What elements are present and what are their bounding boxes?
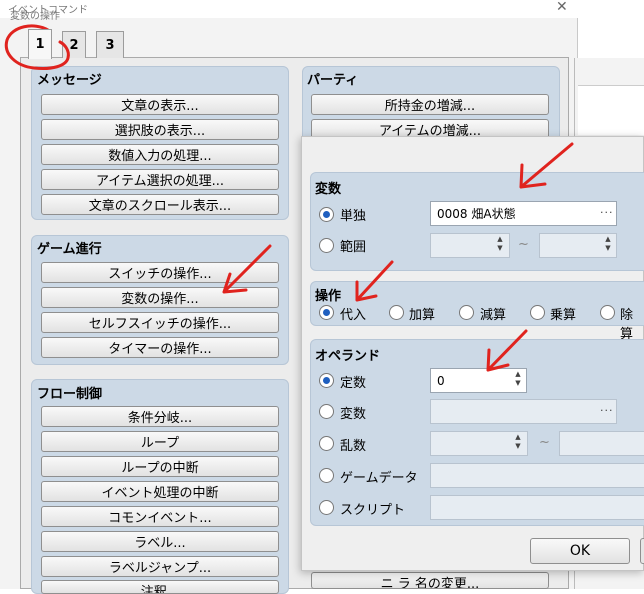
control-timer-button[interactable]: タイマーの操作... — [41, 337, 279, 358]
constant-spinner-icon[interactable]: ▲ ▼ — [512, 370, 524, 391]
control-self-switch-button[interactable]: セルフスイッチの操作... — [41, 312, 279, 333]
variable-group-title: 変数 — [315, 182, 342, 197]
op-assign-label: 代入 — [340, 308, 367, 323]
scrolling-text-button[interactable]: 文章のスクロール表示... — [41, 194, 279, 215]
group-message-title: メッセージ — [37, 73, 102, 88]
random-radio[interactable] — [319, 436, 334, 451]
operand-variable-radio[interactable] — [319, 404, 334, 419]
range-end-spinner-icon: ▲ ▼ — [605, 235, 611, 252]
ok-button[interactable]: OK — [530, 538, 630, 564]
random-max-input[interactable] — [559, 431, 644, 456]
op-assign-radio[interactable] — [319, 305, 334, 320]
show-text-button[interactable]: 文章の表示... — [41, 94, 279, 115]
common-event-button[interactable]: コモンイベント... — [41, 506, 279, 527]
op-add-label: 加算 — [409, 308, 436, 323]
script-radio[interactable] — [319, 500, 334, 515]
game-data-label: ゲームデータ — [340, 471, 418, 486]
single-variable-select[interactable]: 0008 畑A状態 — [430, 201, 617, 226]
exit-event-button[interactable]: イベント処理の中断 — [41, 481, 279, 502]
cancel-button-partial[interactable] — [640, 538, 644, 564]
op-mul-radio[interactable] — [530, 305, 545, 320]
change-gold-button[interactable]: 所持金の増減... — [311, 94, 549, 115]
break-loop-button[interactable]: ループの中断 — [41, 456, 279, 477]
range-label: 範囲 — [340, 240, 367, 255]
game-data-radio[interactable] — [319, 468, 334, 483]
range-tilde: ~ — [518, 237, 529, 252]
random-min-spinner-icon: ▲ ▼ — [515, 433, 521, 450]
show-choices-button[interactable]: 選択肢の表示... — [41, 119, 279, 140]
op-div-label: 除算 — [620, 308, 634, 342]
op-add-radio[interactable] — [389, 305, 404, 320]
script-label: スクリプト — [340, 503, 406, 518]
script-input[interactable] — [430, 495, 644, 520]
comment-button[interactable]: 注釈... — [41, 580, 279, 594]
game-data-select[interactable] — [430, 463, 644, 488]
operation-group-title: 操作 — [315, 289, 342, 304]
operand-group-title: オペランド — [315, 349, 381, 364]
op-sub-radio[interactable] — [459, 305, 474, 320]
random-tilde: ~ — [539, 435, 550, 450]
range-radio[interactable] — [319, 238, 334, 253]
single-radio[interactable] — [319, 207, 334, 222]
group-party-title: パーティ — [307, 73, 359, 88]
group-game-progress-title: ゲーム進行 — [37, 242, 102, 257]
label-button[interactable]: ラベル... — [41, 531, 279, 552]
dialog-title: 変数の操作 — [10, 11, 60, 22]
constant-radio[interactable] — [319, 373, 334, 388]
random-label: 乱数 — [340, 439, 367, 454]
control-switches-button[interactable]: スイッチの操作... — [41, 262, 279, 283]
conditional-branch-button[interactable]: 条件分岐... — [41, 406, 279, 427]
single-variable-value: 0008 畑A状態 — [437, 207, 516, 221]
tab-1[interactable]: 1 — [28, 29, 52, 59]
operand-variable-select[interactable] — [430, 399, 617, 424]
background-list — [578, 85, 644, 135]
range-start-spinner-icon: ▲ ▼ — [497, 235, 503, 252]
constant-label: 定数 — [340, 376, 367, 391]
change-name-button[interactable]: ニ ラ 名の変更... — [311, 572, 549, 589]
control-variables-button[interactable]: 変数の操作... — [41, 287, 279, 308]
constant-value: 0 — [437, 373, 445, 388]
select-item-button[interactable]: アイテム選択の処理... — [41, 169, 279, 190]
group-flow-control-title: フロー制御 — [37, 387, 103, 402]
operand-variable-label: 変数 — [340, 407, 367, 422]
operand-variable-ellipsis-icon: ··· — [600, 404, 614, 417]
op-sub-label: 減算 — [480, 308, 507, 323]
loop-button[interactable]: ループ — [41, 431, 279, 452]
jump-to-label-button[interactable]: ラベルジャンプ... — [41, 556, 279, 577]
close-icon[interactable]: ✕ — [556, 0, 568, 15]
tab-2[interactable]: 2 — [62, 31, 86, 58]
single-label: 単独 — [340, 209, 367, 224]
variable-ellipsis-icon: ··· — [600, 206, 614, 219]
op-div-radio[interactable] — [600, 305, 615, 320]
op-mul-label: 乗算 — [550, 308, 577, 323]
tab-3[interactable]: 3 — [96, 31, 124, 58]
input-number-button[interactable]: 数値入力の処理... — [41, 144, 279, 165]
